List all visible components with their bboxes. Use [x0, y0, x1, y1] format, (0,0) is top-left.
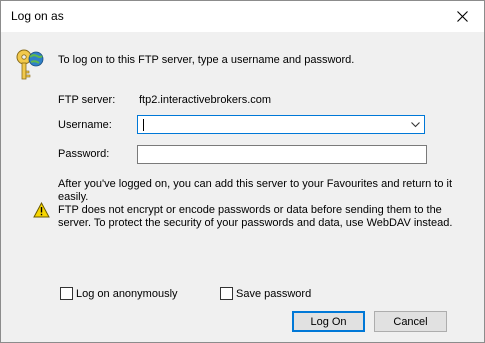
ftp-server-value: ftp2.interactivebrokers.com	[139, 94, 272, 106]
chevron-down-icon[interactable]	[410, 119, 421, 130]
text-caret	[143, 119, 144, 131]
save-password-checkbox[interactable]	[220, 287, 233, 300]
password-field[interactable]	[137, 145, 427, 164]
warning-icon	[33, 202, 50, 218]
close-icon	[456, 11, 468, 22]
info-text-block: After you've logged on, you can add this…	[58, 178, 468, 230]
save-password-checkbox-label[interactable]: Save password	[236, 288, 311, 300]
key-icon	[16, 49, 44, 80]
anonymous-checkbox-row[interactable]: Log on anonymously	[60, 287, 178, 300]
title-bar: Log on as	[1, 1, 484, 32]
save-password-checkbox-row[interactable]: Save password	[220, 287, 311, 300]
anonymous-checkbox[interactable]	[60, 287, 73, 300]
close-button[interactable]	[440, 1, 484, 32]
username-combobox[interactable]	[137, 115, 425, 134]
security-warning-text: FTP does not encrypt or encode passwords…	[58, 204, 453, 229]
username-label: Username:	[58, 119, 112, 131]
ftp-server-label: FTP server:	[58, 94, 116, 106]
logon-button[interactable]: Log On	[292, 311, 365, 332]
password-label: Password:	[58, 148, 110, 160]
dialog-body: To log on to this FTP server, type a use…	[1, 32, 484, 342]
cancel-button[interactable]: Cancel	[374, 311, 447, 332]
logon-dialog: Log on as To log on to this FTP server, …	[0, 0, 485, 343]
anonymous-checkbox-label[interactable]: Log on anonymously	[76, 288, 178, 300]
window-title: Log on as	[11, 9, 64, 23]
favourites-info-text: After you've logged on, you can add this…	[58, 178, 453, 203]
intro-text: To log on to this FTP server, type a use…	[58, 54, 355, 66]
